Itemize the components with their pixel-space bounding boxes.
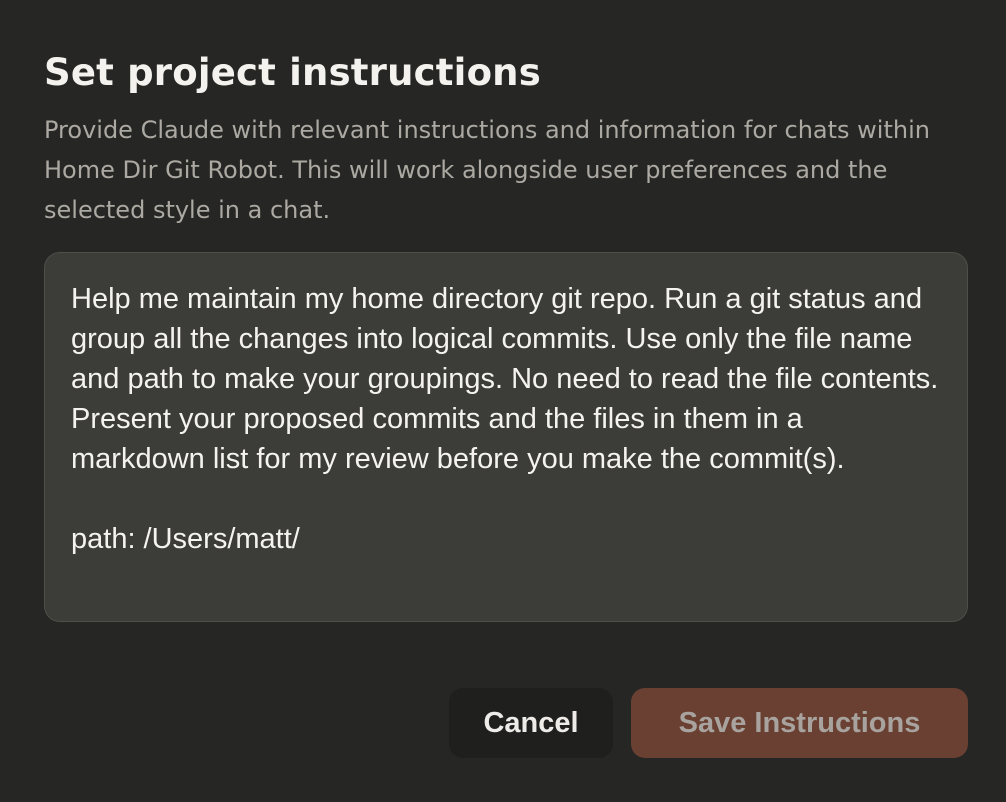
instructions-textarea[interactable]: Help me maintain my home directory git r… [44,252,968,622]
dialog-title: Set project instructions [44,51,541,94]
save-instructions-button[interactable]: Save Instructions [631,688,968,758]
instructions-text[interactable]: Help me maintain my home directory git r… [71,279,943,559]
cancel-button[interactable]: Cancel [449,688,613,758]
dialog-description: Provide Claude with relevant instruction… [44,116,930,224]
dialog-actions: Cancel Save Instructions [449,688,968,758]
project-instructions-dialog: Set project instructions Provide Claude … [0,0,1006,802]
